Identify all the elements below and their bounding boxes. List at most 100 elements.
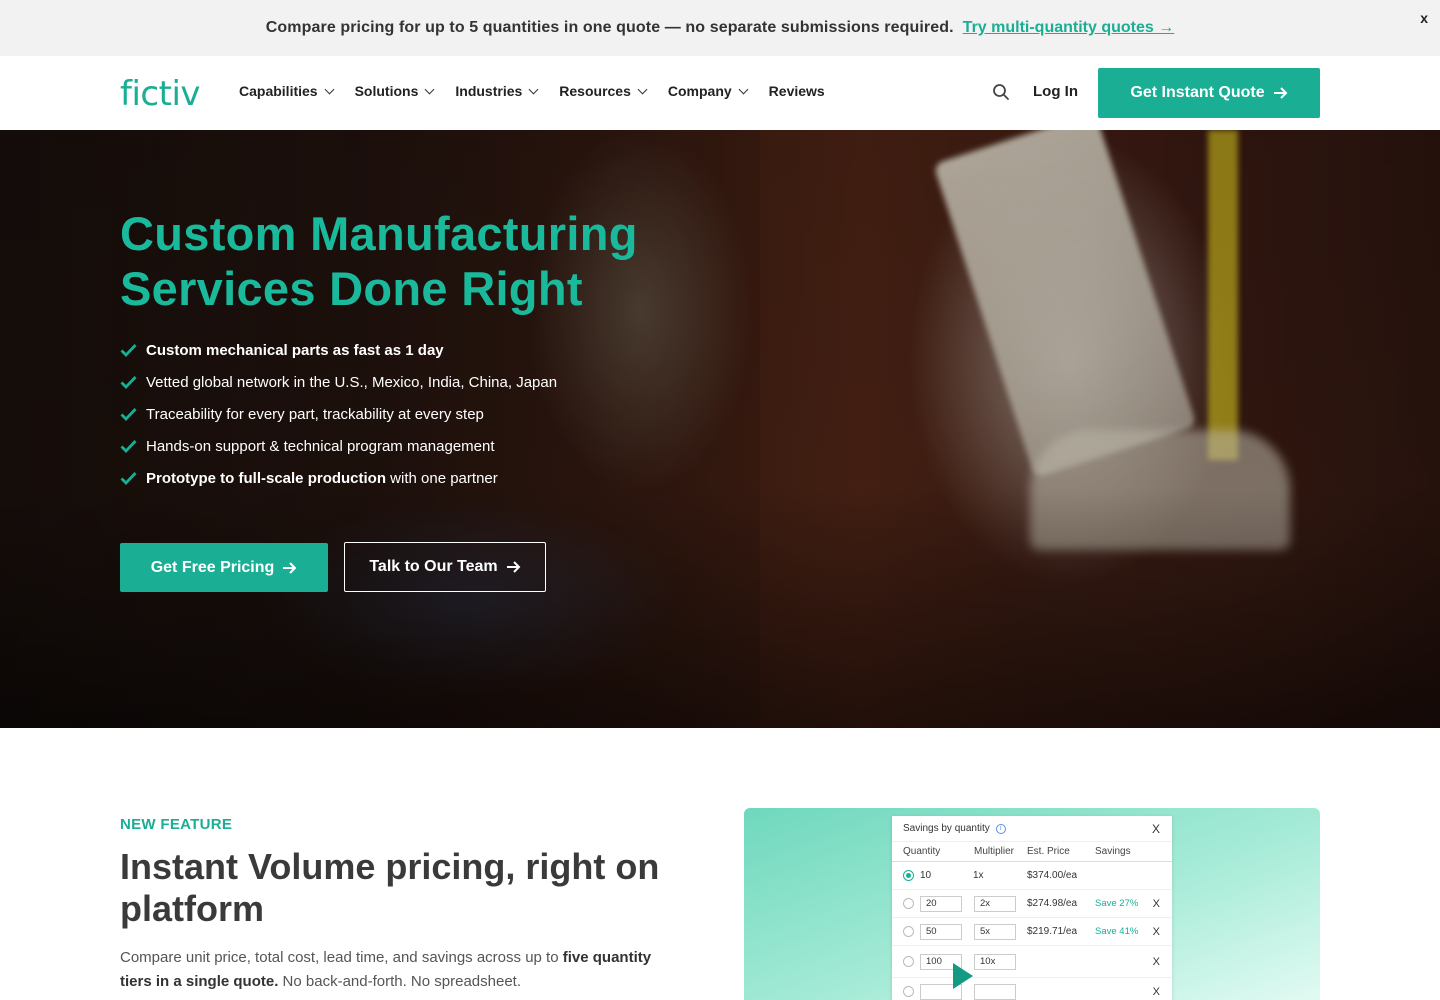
checkmark-icon [120, 440, 137, 453]
multiplier-input[interactable] [974, 983, 1016, 1000]
quantity-cell: 50 [903, 923, 962, 940]
bullet-text: Hands-on support & technical program man… [146, 437, 495, 455]
nav-label: Industries [455, 83, 523, 99]
nav-label: Solutions [354, 83, 419, 99]
arrow-right-icon [283, 561, 297, 574]
multiplier-cell [974, 983, 1016, 1000]
description-text: Compare unit price, total cost, lead tim… [120, 949, 563, 966]
bullet-text: Traceability for every part, trackabilit… [146, 405, 484, 423]
savings-panel: Savings by quantity i X Quantity Multipl… [892, 816, 1172, 1000]
column-header: Est. Price [1027, 846, 1070, 857]
cursor-pointer-icon [953, 963, 973, 989]
arrow-right-icon [1273, 87, 1288, 99]
get-instant-quote-button[interactable]: Get Instant Quote [1098, 68, 1320, 118]
button-label: Get Instant Quote [1130, 84, 1265, 101]
hero-bullet: Vetted global network in the U.S., Mexic… [120, 366, 557, 398]
hero-bullet-list: Custom mechanical parts as fast as 1 day… [120, 334, 557, 494]
description-text: No back-and-forth. No spreadsheet. [278, 973, 522, 990]
remove-row-button[interactable]: X [1153, 986, 1160, 998]
bullet-text: with one partner [386, 469, 498, 487]
checkmark-icon [120, 344, 137, 357]
table-row[interactable]: 20 2x $274.98/ea Save 27% X [892, 890, 1172, 918]
column-header: Multiplier [974, 846, 1015, 857]
radio-option[interactable] [903, 956, 914, 967]
site-header: fictiv Capabilities Solutions Industries… [0, 56, 1440, 130]
chevron-down-icon [738, 84, 749, 94]
remove-row-button[interactable]: X [1153, 926, 1160, 938]
multiplier-input[interactable]: 2x [974, 895, 1016, 912]
price-value: $274.98/ea [1027, 898, 1078, 909]
arrow-right-icon [506, 561, 521, 573]
nav-capabilities[interactable]: Capabilities [239, 83, 335, 99]
volume-pricing-preview: Savings by quantity i X Quantity Multipl… [744, 808, 1320, 1000]
multiplier-cell: 5x [974, 923, 1016, 940]
nav-label: Reviews [768, 83, 825, 99]
nav-reviews[interactable]: Reviews [769, 83, 825, 99]
table-header: Quantity Multiplier Est. Price Savings [892, 842, 1172, 862]
main-nav: Capabilities Solutions Industries Resour… [239, 83, 847, 99]
multi-quantity-link[interactable]: Try multi-quantity quotes → [963, 19, 1175, 37]
feature-eyebrow: NEW FEATURE [120, 816, 233, 833]
fictiv-logo[interactable]: fictiv [120, 74, 201, 114]
table-row[interactable]: 10 1x $374.00/ea [892, 862, 1172, 890]
announcement-bar: Compare pricing for up to 5 quantities i… [0, 0, 1440, 56]
bullet-bold-text: Custom mechanical parts as fast as 1 day [146, 341, 444, 359]
column-header: Savings [1095, 846, 1131, 857]
chevron-down-icon [324, 84, 335, 94]
button-label: Talk to Our Team [369, 558, 498, 575]
nav-solutions[interactable]: Solutions [354, 83, 435, 99]
radio-selected[interactable] [903, 869, 914, 881]
remove-row-button[interactable]: X [1153, 898, 1160, 910]
multiplier-input[interactable]: 10x [974, 953, 1016, 970]
radio-option[interactable] [903, 986, 914, 997]
table-row[interactable]: 100 10x X [892, 946, 1172, 978]
multiplier-value: 1x [973, 870, 984, 881]
hero-bullet: Prototype to full-scale production with … [120, 462, 557, 494]
checkmark-icon [120, 408, 137, 421]
remove-row-button[interactable]: X [1153, 956, 1160, 968]
bullet-bold-text: Prototype to full-scale production [146, 469, 387, 487]
bullet-text: Vetted global network in the U.S., Mexic… [146, 373, 558, 391]
savings-value: Save 27% [1095, 898, 1139, 909]
quantity-cell: 10 [903, 869, 932, 882]
talk-to-team-button[interactable]: Talk to Our Team [344, 542, 546, 592]
quantity-input[interactable]: 50 [920, 923, 962, 940]
hero-bullet: Traceability for every part, trackabilit… [120, 398, 557, 430]
search-icon[interactable] [992, 83, 1010, 101]
get-free-pricing-button[interactable]: Get Free Pricing [120, 543, 328, 592]
radio-option[interactable] [903, 898, 914, 909]
multiplier-input[interactable]: 5x [974, 923, 1016, 940]
chevron-down-icon [424, 84, 435, 94]
login-link[interactable]: Log In [1033, 83, 1078, 100]
feature-description: Compare unit price, total cost, lead tim… [120, 946, 680, 994]
hero-bullet: Hands-on support & technical program man… [120, 430, 557, 462]
price-value: $374.00/ea [1027, 870, 1078, 881]
table-row[interactable]: 50 5x $219.71/ea Save 41% X [892, 918, 1172, 946]
nav-resources[interactable]: Resources [559, 83, 648, 99]
quantity-input[interactable]: 20 [920, 895, 962, 912]
savings-value: Save 41% [1095, 926, 1139, 937]
hero-title: Custom Manufacturing Services Done Right [120, 207, 638, 315]
nav-company[interactable]: Company [667, 83, 749, 99]
radio-option[interactable] [903, 926, 914, 937]
panel-close-button[interactable]: X [1152, 822, 1160, 836]
price-value: $219.71/ea [1027, 926, 1078, 937]
chevron-down-icon [528, 84, 539, 94]
checkmark-icon [120, 376, 137, 389]
quantity-cell: 20 [903, 895, 962, 912]
hero-bullet: Custom mechanical parts as fast as 1 day [120, 334, 557, 366]
announcement-close-button[interactable]: x [1420, 10, 1428, 26]
hero-section: Custom Manufacturing Services Done Right… [0, 130, 1440, 728]
nav-label: Resources [559, 83, 631, 99]
nav-label: Company [667, 83, 732, 99]
multiplier-cell: 2x [974, 895, 1016, 912]
nav-industries[interactable]: Industries [455, 83, 539, 99]
checkmark-icon [120, 472, 137, 485]
panel-title: Savings by quantity [903, 823, 990, 834]
nav-label: Capabilities [239, 83, 318, 99]
panel-header: Savings by quantity i X [892, 816, 1172, 842]
quantity-value: 10 [920, 870, 932, 882]
table-row[interactable]: X [892, 978, 1172, 1000]
info-icon[interactable]: i [995, 823, 1006, 834]
column-header: Quantity [903, 846, 941, 857]
